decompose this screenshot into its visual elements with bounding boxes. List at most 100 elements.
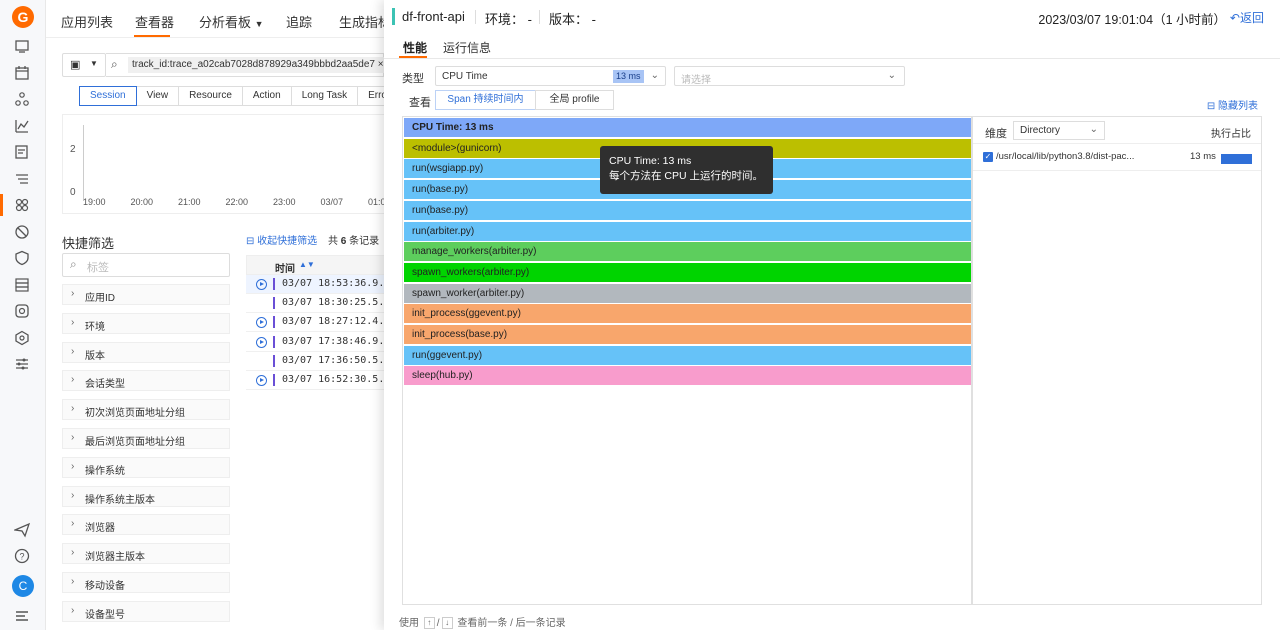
facet-group[interactable]: › 环境 (62, 312, 230, 334)
tooltip-title: CPU Time: 13 ms (609, 155, 692, 167)
view-toggle: Span 持续时间内 全局 profile (435, 90, 614, 110)
flame-frame[interactable]: run(ggevent.py) (404, 345, 971, 365)
view-global-profile[interactable]: 全局 profile (535, 90, 614, 110)
hide-list-button[interactable]: ⊟ 隐藏列表 (1207, 97, 1258, 112)
tab-action[interactable]: Action (241, 86, 292, 106)
checkbox[interactable]: ✓ (983, 152, 993, 162)
source-selector[interactable]: ▣ ▼ (62, 53, 106, 77)
facet-group[interactable]: › 会话类型 (62, 370, 230, 392)
facet-group[interactable]: › 初次浏览页面地址分组 (62, 399, 230, 421)
time-column-header[interactable]: 时间 (275, 260, 295, 275)
play-icon[interactable] (256, 375, 267, 386)
ratio-header: 执行占比 (1211, 129, 1251, 140)
play-icon[interactable] (256, 279, 267, 290)
user-avatar[interactable]: C (12, 575, 34, 597)
facet-group[interactable]: › 最后浏览页面地址分组 (62, 428, 230, 449)
facet-label: 会话类型 (85, 379, 125, 391)
facet-label: 最后浏览页面地址分组 (85, 437, 185, 448)
active-nav-indicator (134, 35, 170, 37)
nav-explorer[interactable]: 查看器 (135, 12, 174, 31)
collapse-icon: ⊟ (246, 236, 255, 247)
calendar-icon[interactable] (14, 65, 30, 81)
tab-long-task[interactable]: Long Task (290, 86, 359, 106)
sort-icon[interactable]: ▲▼ (299, 260, 315, 269)
flame-frame[interactable]: sleep(hub.py) (404, 366, 971, 386)
collapse-quick-filter-link[interactable]: ⊟ 收起快捷筛选 (246, 232, 317, 247)
cluster-icon[interactable] (14, 91, 30, 107)
facet-label: 设备型号 (85, 609, 125, 621)
type-select[interactable]: CPU Time 13 ms ⌄ (435, 66, 666, 86)
flame-frame[interactable]: manage_workers(arbiter.py) (404, 242, 971, 262)
sliders-icon[interactable] (14, 356, 30, 372)
flame-frame[interactable]: init_process(ggevent.py) (404, 304, 971, 324)
status-bar (273, 278, 275, 290)
y-tick: 2 (70, 144, 76, 155)
keyboard-hint: 使用 ↑ / ↓ 查看前一条 / 后一条记录 (399, 614, 566, 630)
flame-frame[interactable]: run(base.py) (404, 200, 971, 220)
dimension-select[interactable]: Directory ⌄ (1013, 121, 1105, 140)
env-info: 环境： - (485, 9, 532, 28)
flame-frame[interactable]: run(arbiter.py) (404, 221, 971, 241)
security-icon[interactable] (14, 224, 30, 240)
flame-frame[interactable]: init_process(base.py) (404, 325, 971, 344)
app-logo[interactable]: G (12, 6, 34, 28)
shield-icon[interactable] (14, 250, 30, 266)
flame-frame[interactable]: spawn_worker(arbiter.py) (404, 283, 971, 303)
type-badge: 13 ms (613, 70, 644, 83)
help-icon[interactable]: ? (14, 548, 30, 564)
settings-icon[interactable] (14, 330, 30, 346)
filter-chip[interactable]: track_id:trace_a02cab7028d878929a349bbbd… (128, 57, 388, 73)
disk-icon[interactable] (14, 303, 30, 319)
facet-group[interactable]: › 应用ID (62, 284, 230, 305)
facet-group[interactable]: › 版本 (62, 341, 230, 363)
close-icon[interactable]: × (378, 59, 384, 70)
nav-app-list[interactable]: 应用列表 (61, 12, 113, 31)
logs-icon[interactable] (14, 144, 30, 160)
list-item[interactable]: 03/07 17:38:46.9... (246, 333, 396, 352)
tab-resource[interactable]: Resource (178, 86, 243, 106)
menu-icon[interactable] (14, 608, 30, 624)
apps-icon[interactable] (0, 194, 30, 216)
play-icon[interactable] (256, 317, 267, 329)
facet-group[interactable]: › 操作系统主版本 (62, 485, 230, 507)
filter-select[interactable]: 请选择 ⌄ (674, 66, 905, 86)
dimension-row[interactable]: ✓ /usr/local/lib/python3.8/dist-pac... 1… (973, 145, 1261, 171)
list-item[interactable]: 03/07 17:36:50.5... (246, 352, 396, 371)
tab-view[interactable]: View (135, 86, 180, 106)
database-icon[interactable] (14, 277, 30, 293)
tab-session[interactable]: Session (79, 86, 137, 106)
list-item[interactable]: 03/07 18:27:12.4... (246, 313, 396, 333)
facet-group[interactable]: › 设备型号 (62, 600, 230, 622)
facet-search-input[interactable]: ⌕ 标签 (62, 253, 230, 277)
tab-performance[interactable]: 性能 (403, 39, 427, 56)
list-icon[interactable] (14, 171, 30, 187)
count-value: 6 (340, 236, 347, 247)
play-icon[interactable] (256, 336, 267, 348)
x-tick: 19:00 (83, 197, 106, 207)
nav-dashboard[interactable]: 分析看板 ▼ (199, 12, 264, 31)
view-span-duration[interactable]: Span 持续时间内 (435, 90, 536, 110)
flame-frame[interactable]: spawn_workers(arbiter.py) (404, 262, 971, 282)
ratio-bar (1221, 154, 1252, 164)
x-tick: 21:00 (178, 197, 201, 207)
facet-group[interactable]: › 移动设备 (62, 572, 230, 593)
version-info: 版本： - (549, 9, 596, 28)
back-button[interactable]: ↶返回 (1230, 9, 1264, 26)
list-item[interactable]: 03/07 18:30:25.5... (246, 294, 396, 314)
facet-group[interactable]: › 浏览器主版本 (62, 543, 230, 565)
facet-group[interactable]: › 操作系统 (62, 456, 230, 478)
divider (539, 10, 540, 24)
list-item[interactable]: 03/07 16:52:30.5... (246, 371, 396, 390)
dashboard-icon[interactable] (14, 38, 30, 54)
list-item[interactable]: 03/07 18:53:36.9... (246, 275, 396, 294)
env-label: 环境： (485, 12, 525, 27)
facet-group[interactable]: › 浏览器 (62, 514, 230, 536)
metrics-icon[interactable] (14, 118, 30, 134)
search-input[interactable]: ⌕ track_id:trace_a02cab7028d878929a349bb… (106, 53, 388, 77)
tab-runtime-info[interactable]: 运行信息 (443, 39, 491, 56)
send-icon[interactable] (14, 522, 30, 538)
nav-tracing[interactable]: 追踪 (286, 12, 312, 31)
record-time: 03/07 17:36:50.5... (282, 354, 397, 366)
facet-label: 环境 (85, 321, 105, 333)
flame-root-frame[interactable]: CPU Time: 13 ms (404, 118, 971, 137)
